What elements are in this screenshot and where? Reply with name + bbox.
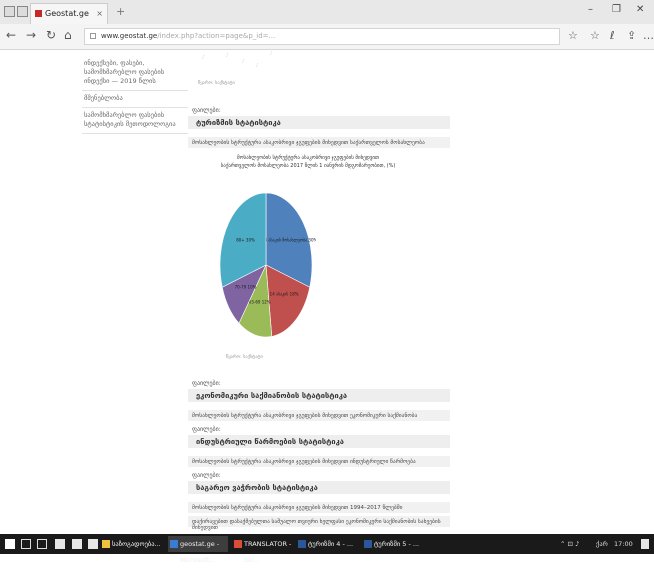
tray-arrows-icon[interactable]: ⌃ ⊡ ♪: [560, 536, 579, 552]
pie-slice-label: 65-69 12%: [249, 299, 271, 304]
close-window-button[interactable]: ✕: [636, 4, 644, 15]
section-block: ფაილები: საგარეო ვაჭრობის სტატისტიკა მოს…: [188, 472, 450, 531]
pie-chart-title-line: მოსახლეობის სტრუქტურა ასაკობრივი ჯგუფები…: [236, 155, 379, 161]
pie-slice-label: 80+ 30%: [236, 238, 255, 243]
tab-bar: Geostat.ge × + – ❐ ✕: [0, 0, 654, 24]
section-title[interactable]: ტურიზმის სტატისტიკა: [188, 116, 450, 129]
pie-chart-source: წყარო: საქსტატი: [226, 355, 263, 360]
site-favicon-icon: [35, 10, 42, 17]
hub-icon[interactable]: ℓ: [610, 29, 615, 42]
chart-tick-label: ...: [253, 61, 261, 68]
url-domain: www.geostat.ge: [101, 32, 158, 40]
forward-button[interactable]: →: [26, 28, 36, 42]
section-description[interactable]: მოსახლეობის სტრუქტურა ასაკობრივი ჯგუფები…: [188, 456, 450, 467]
start-icon[interactable]: [5, 539, 15, 549]
section-block: ფაილები: ეკონომიკური საქმიანობის სტატისტ…: [188, 380, 450, 421]
section-description[interactable]: მოსახლეობის სტრუქტურა ასაკობრივი ჯგუფები…: [188, 410, 450, 421]
main-content: ... ... ... ... ... წყარო: საქსტატი ფაილ…: [188, 51, 450, 531]
search-icon[interactable]: [21, 539, 31, 549]
chart-tick-label: ...: [239, 57, 247, 64]
lock-icon[interactable]: [88, 539, 98, 549]
navigation-bar: ← → ↻ ⌂ www.geostat.ge/index.php?action=…: [0, 24, 654, 50]
taskbar-app-label: ტურიზმი 4 - ...: [308, 540, 354, 548]
sidebar-menu: ინდექსები, ფასები, სამომხმარებლო ფასების…: [82, 51, 188, 134]
pie-chart-container: მოსახლეობის სტრუქტურა ასაკობრივი ჯგუფები…: [188, 148, 450, 380]
section-description[interactable]: მოსახლეობის სტრუქტურა ასაკობრივი ჯგუფები…: [188, 137, 450, 148]
new-tab-button[interactable]: +: [116, 5, 125, 18]
section-description[interactable]: დაქირავებით დასაქმებულთა საშუალო თვიური …: [188, 516, 450, 531]
word-icon: [298, 540, 306, 548]
clock[interactable]: 17:00: [614, 536, 633, 552]
taskbar-app-word-1[interactable]: ტურიზმი 4 - ...: [296, 536, 358, 552]
taskbar-app-label: TRANSLATOR - Go...: [244, 540, 292, 564]
pie-slice-label: 0-14 ასაკის 18%: [266, 292, 299, 297]
store-icon[interactable]: [55, 539, 65, 549]
tab-set-aside-icon[interactable]: [17, 6, 28, 17]
edge-icon: [170, 540, 178, 548]
browser-window: Geostat.ge × + – ❐ ✕ ← → ↻ ⌂ www.geostat…: [0, 0, 654, 564]
taskbar-app-word-2[interactable]: ტურიზმი 5 - ...: [362, 536, 424, 552]
notification-icon[interactable]: [641, 539, 649, 549]
section-label: ფაილები:: [192, 380, 221, 387]
language-indicator[interactable]: ქარ: [596, 536, 608, 552]
tab-title: Geostat.ge: [45, 9, 89, 18]
restore-button[interactable]: ❐: [612, 4, 621, 15]
tab-preview-icon[interactable]: [4, 6, 15, 17]
taskbar-app-label: geostat.ge - Microsoft...: [180, 540, 220, 564]
favorites-icon[interactable]: ☆: [590, 29, 600, 42]
pie-chart-subtitle: საქართველოს მოსახლეობა 2017 წლის 1 იანვრ…: [220, 163, 396, 169]
taskbar-app-chrome[interactable]: TRANSLATOR - Go...: [232, 536, 292, 564]
tab-geostat[interactable]: Geostat.ge ×: [30, 3, 108, 24]
chart-tick-label: ...: [267, 51, 275, 56]
refresh-button[interactable]: ↻: [46, 28, 56, 42]
pie-chart: 15-64 ასაკის მოსახლეობა 30%0-14 ასაკის 1…: [219, 192, 316, 338]
share-icon[interactable]: ⇪: [627, 29, 636, 42]
taskbar-app-label: ტურიზმი 5 - ...: [374, 540, 420, 548]
section-title[interactable]: ეკონომიკური საქმიანობის სტატისტიკა: [188, 389, 450, 402]
previous-chart-fragment: ... ... ... ... ... წყარო: საქსტატი: [188, 51, 450, 107]
address-bar[interactable]: www.geostat.ge/index.php?action=page&p_i…: [84, 28, 560, 45]
taskbar-app-edge[interactable]: geostat.ge - Microsoft...: [168, 536, 228, 564]
section-description[interactable]: მოსახლეობის სტრუქტურა ასაკობრივი ჯგუფები…: [188, 502, 450, 513]
back-button[interactable]: ←: [6, 28, 16, 42]
section-label: ფაილები:: [192, 107, 221, 114]
chart-tick-label: ...: [199, 53, 207, 60]
section-title[interactable]: ინდუსტრიული წარმოების სტატისტიკა: [188, 435, 450, 448]
section-block: ფაილები: ინდუსტრიული წარმოების სტატისტიკ…: [188, 426, 450, 467]
file-explorer-icon[interactable]: [72, 539, 82, 549]
section-label: ფაილები:: [192, 472, 221, 479]
taskbar-app-folder[interactable]: საზოგადოება...: [100, 536, 164, 552]
tab-close-icon[interactable]: ×: [96, 4, 103, 23]
pie-slice-label: 70-79 10%: [235, 284, 257, 289]
section-label: ფაილები:: [192, 426, 221, 433]
home-button[interactable]: ⌂: [64, 28, 72, 42]
task-view-icon[interactable]: [37, 539, 47, 549]
sidebar-item-cpi[interactable]: ინდექსები, ფასები, სამომხმარებლო ფასების…: [82, 51, 188, 91]
sidebar-item-construction[interactable]: მშენებლობა: [82, 91, 188, 108]
chart-tick-label: ...: [223, 51, 231, 58]
minimize-button[interactable]: –: [588, 4, 593, 15]
section-title[interactable]: საგარეო ვაჭრობის სტატისტიკა: [188, 481, 450, 494]
section-block: ფაილები: ტურიზმის სტატისტიკა მოსახლეობის…: [188, 107, 450, 148]
sidebar-item-methodology[interactable]: სამომხმარებლო ფასების სტატისტიკის მეთოდო…: [82, 108, 188, 134]
chart-source: წყარო: საქსტატი: [198, 81, 235, 86]
pie-chart-title: მოსახლეობის სტრუქტურა ასაკობრივი ჯგუფები…: [188, 154, 428, 170]
taskbar: საზოგადოება... geostat.ge - Microsoft...…: [0, 534, 654, 564]
chrome-icon: [234, 540, 242, 548]
reading-view-icon[interactable]: ☆: [568, 29, 578, 42]
folder-icon: [102, 540, 110, 548]
more-icon[interactable]: …: [643, 29, 654, 42]
page-info-icon[interactable]: [90, 33, 96, 39]
taskbar-app-label: საზოგადოება...: [112, 540, 161, 548]
page-content: ინდექსები, ფასები, სამომხმარებლო ფასების…: [0, 51, 654, 534]
url-path: /index.php?action=page&p_id=...: [157, 32, 276, 40]
word-icon: [364, 540, 372, 548]
